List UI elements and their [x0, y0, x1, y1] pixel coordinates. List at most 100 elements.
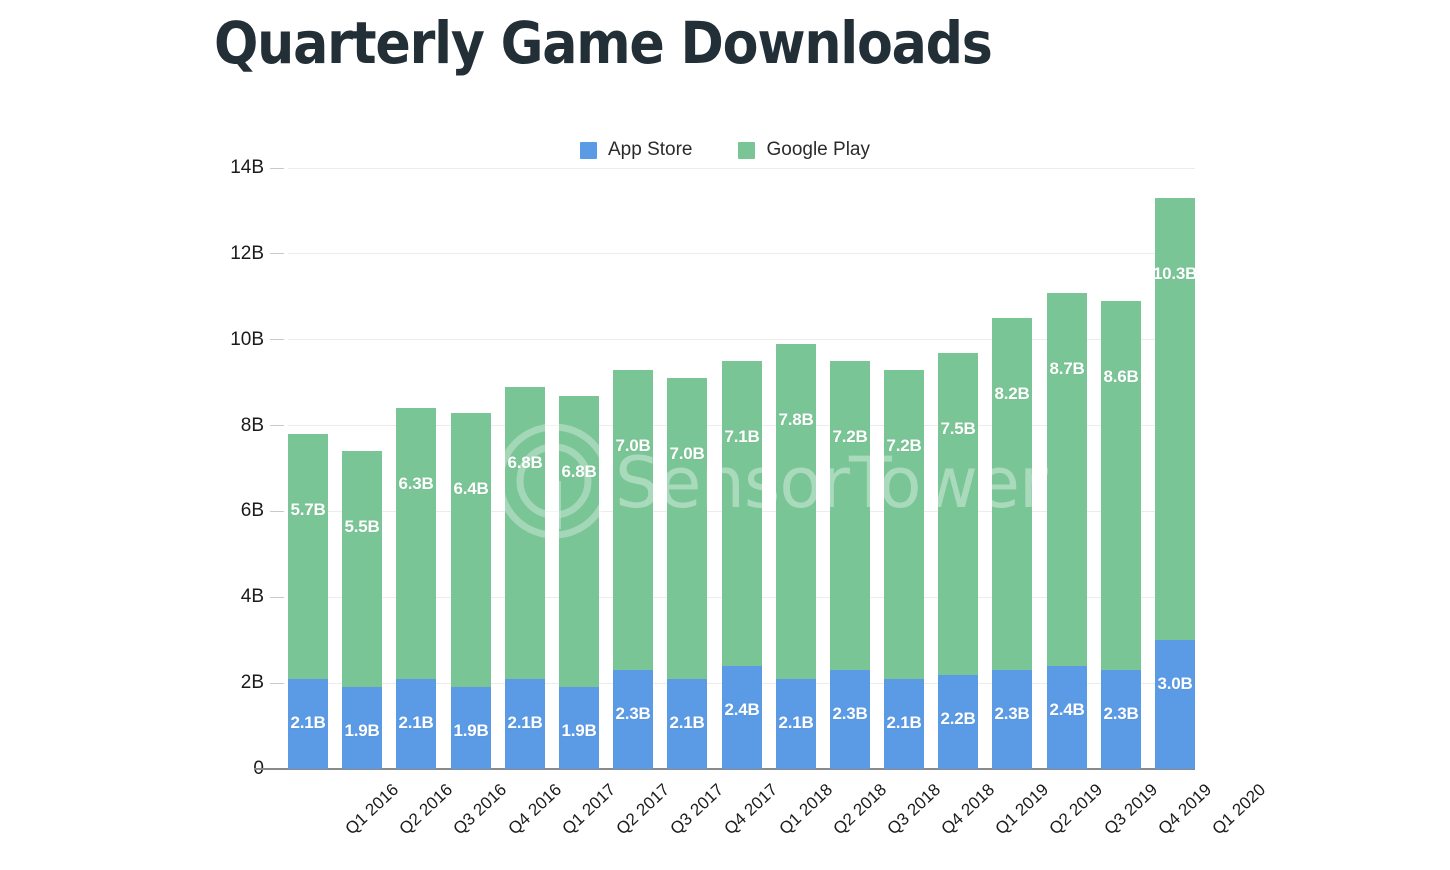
page-title: Quarterly Game Downloads [214, 9, 993, 77]
bar-segment-app-store[interactable]: 2.4B [722, 665, 762, 769]
bar-value-label: 2.1B [398, 712, 434, 732]
bar-value-label: 7.2B [886, 435, 922, 455]
bar-segment-app-store[interactable]: 2.3B [1101, 670, 1141, 769]
bar-segment-app-store[interactable]: 2.1B [667, 678, 707, 769]
bar-value-label: 6.8B [507, 452, 543, 472]
bar-value-label: 8.2B [994, 384, 1030, 404]
bar-value-label: 5.5B [344, 517, 380, 537]
gridline [288, 167, 1195, 169]
legend-swatch-icon [738, 141, 756, 159]
bar-value-label: 2.3B [832, 704, 868, 724]
bar-value-label: 6.8B [561, 461, 597, 481]
bar-segment-google-play[interactable]: 6.3B [396, 408, 436, 679]
bar-value-label: 6.3B [398, 474, 434, 494]
bar-segment-google-play[interactable]: 7.5B [938, 352, 978, 675]
y-axis-tick-label: 14B [230, 157, 264, 178]
bar-value-label: 10.3B [1152, 264, 1198, 284]
bar-segment-app-store[interactable]: 2.2B [938, 674, 978, 769]
bar-segment-app-store[interactable]: 2.3B [992, 670, 1032, 769]
bar-segment-google-play[interactable]: 10.3B [1152, 198, 1198, 641]
bar-segment-google-play[interactable]: 7.0B [667, 378, 707, 679]
bar-segment-app-store[interactable]: 2.4B [1047, 665, 1087, 769]
bar-segment-google-play[interactable]: 6.8B [505, 386, 545, 679]
y-tick-mark [270, 510, 284, 512]
gridline [288, 253, 1195, 255]
bar-value-label: 7.0B [615, 435, 651, 455]
plot-area: 02B4B6B8B10B12B14B5.7B2.1BQ1 20165.5B1.9… [230, 157, 1269, 838]
y-axis-tick-label: 2B [240, 672, 264, 694]
chart-legend: App Store Google Play [0, 139, 1450, 161]
bar-value-label: 2.3B [994, 704, 1030, 724]
bar-segment-app-store[interactable]: 1.9B [451, 687, 491, 769]
y-axis-tick-label: 4B [240, 586, 264, 608]
bar-value-label: 3.0B [1157, 674, 1193, 694]
bar-segment-google-play[interactable]: 6.8B [559, 395, 599, 688]
bar-value-label: 2.2B [940, 708, 976, 728]
legend-item-app-store[interactable]: App Store [579, 139, 693, 161]
bar-value-label: 2.4B [1049, 699, 1085, 719]
bar-segment-app-store[interactable]: 2.1B [505, 678, 545, 769]
bar-value-label: 5.7B [290, 500, 326, 520]
bar-value-label: 8.7B [1049, 358, 1085, 378]
bar-value-label: 2.3B [1103, 704, 1139, 724]
bar-segment-app-store[interactable]: 2.1B [884, 678, 924, 769]
bar-value-label: 2.3B [615, 704, 651, 724]
bar-value-label: 7.8B [778, 410, 814, 430]
bar-segment-app-store[interactable]: 2.1B [288, 678, 328, 769]
bar-value-label: 1.9B [344, 721, 380, 741]
bar-segment-google-play[interactable]: 6.4B [451, 412, 491, 688]
x-axis-tick-label: Q3 2017 [666, 780, 728, 839]
bar-segment-google-play[interactable]: 7.0B [613, 369, 653, 671]
bar-value-label: 6.4B [453, 478, 489, 498]
bar-segment-app-store[interactable]: 2.1B [776, 678, 816, 769]
legend-item-label: Google Play [766, 139, 870, 160]
bar-segment-google-play[interactable]: 8.6B [1101, 301, 1141, 671]
chart-container: Quarterly Game Downloads App Store Google… [0, 0, 1450, 870]
y-tick-mark [270, 253, 284, 255]
bar-segment-google-play[interactable]: 7.2B [830, 361, 870, 671]
bar-segment-app-store[interactable]: 1.9B [342, 687, 382, 769]
bar-segment-app-store[interactable]: 2.1B [396, 678, 436, 769]
x-axis-tick-label: Q2 2017 [612, 780, 674, 839]
bar-segment-google-play[interactable]: 7.8B [776, 344, 816, 679]
bar-segment-google-play[interactable]: 8.7B [1047, 292, 1087, 666]
bar-segment-app-store[interactable]: 2.3B [613, 670, 653, 769]
bar-value-label: 2.1B [669, 712, 705, 732]
y-tick-mark [270, 425, 284, 427]
bar-segment-google-play[interactable]: 5.7B [288, 434, 328, 679]
bar-segment-google-play[interactable]: 5.5B [342, 451, 382, 688]
x-axis-tick-label: Q4 2017 [720, 780, 782, 839]
bar-value-label: 2.1B [886, 712, 922, 732]
y-axis-tick-label: 10B [230, 328, 264, 350]
x-axis-tick-label: Q3 2016 [449, 780, 511, 839]
x-axis-tick-label: Q1 2020 [1208, 780, 1270, 839]
legend-item-label: App Store [607, 139, 693, 160]
x-axis-tick-label: Q1 2016 [341, 780, 403, 839]
bar-value-label: 2.4B [724, 699, 760, 719]
y-axis-tick-label: 12B [230, 242, 264, 264]
x-axis-tick-label: Q1 2019 [991, 780, 1053, 839]
y-axis-tick-label: 6B [240, 500, 264, 522]
bar-segment-app-store[interactable]: 1.9B [559, 687, 599, 769]
x-axis-tick-label: Q4 2019 [1154, 780, 1216, 839]
bar-value-label: 8.6B [1103, 367, 1139, 387]
x-axis-tick-label: Q4 2018 [937, 780, 999, 839]
bar-segment-google-play[interactable]: 7.1B [722, 361, 762, 666]
x-axis-tick-label: Q1 2018 [775, 780, 837, 839]
bar-value-label: 7.5B [940, 418, 976, 438]
y-tick-mark [270, 596, 284, 598]
legend-item-google-play[interactable]: Google Play [738, 139, 870, 161]
bar-segment-google-play[interactable]: 8.2B [992, 318, 1032, 671]
bar-value-label: 1.9B [453, 721, 489, 741]
x-axis-tick-label: Q2 2018 [829, 780, 891, 839]
x-axis-tick-label: Q1 2017 [558, 780, 620, 839]
bar-value-label: 1.9B [561, 721, 597, 741]
x-axis-tick-label: Q3 2019 [1100, 780, 1162, 839]
bar-segment-app-store[interactable]: 3.0B [1155, 640, 1195, 769]
bar-value-label: 7.0B [669, 444, 705, 464]
x-axis-tick-label: Q2 2019 [1045, 780, 1107, 839]
bar-segment-app-store[interactable]: 2.3B [830, 670, 870, 769]
bar-segment-google-play[interactable]: 7.2B [884, 369, 924, 679]
legend-swatch-icon [579, 141, 597, 159]
x-axis-tick-label: Q4 2016 [504, 780, 566, 839]
